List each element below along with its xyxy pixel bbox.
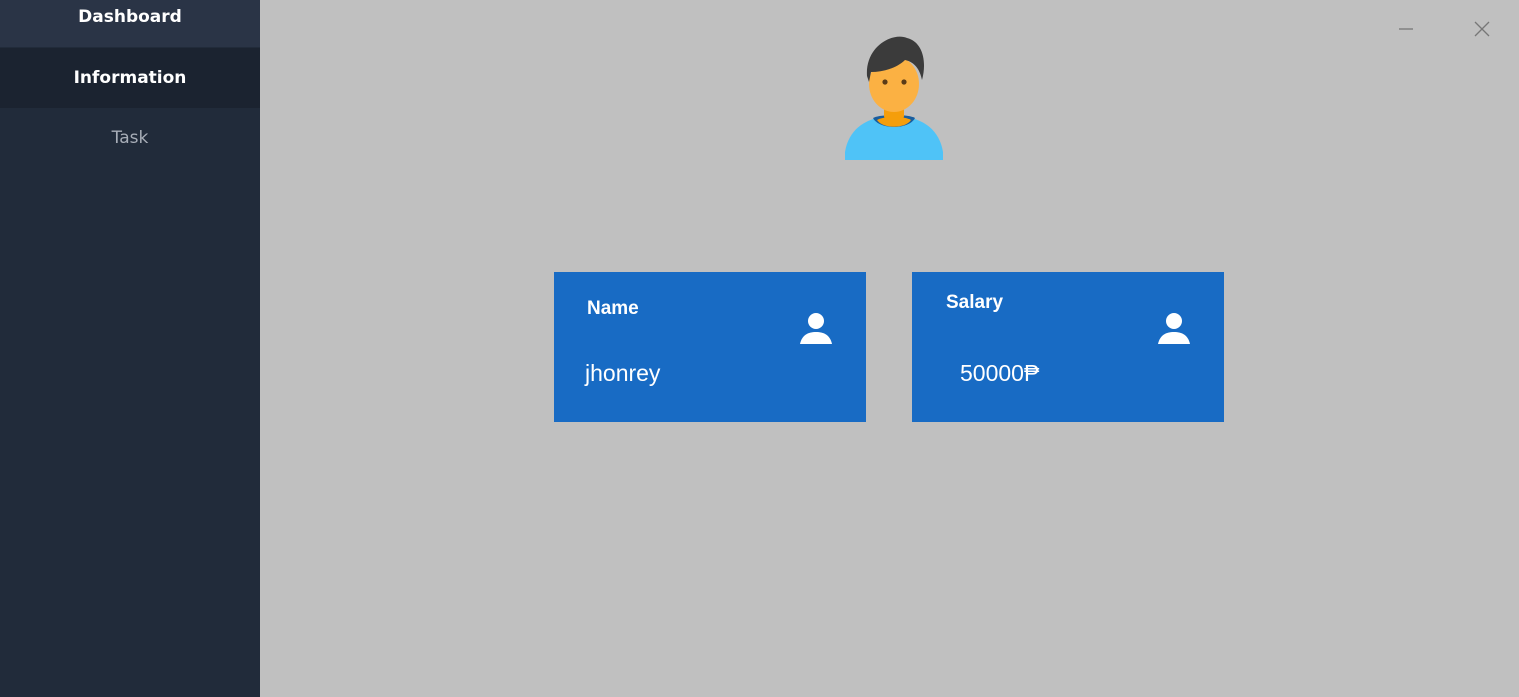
salary-card: Salary 50000₱ — [912, 272, 1224, 422]
minimize-icon — [1399, 28, 1413, 30]
name-card: Name jhonrey — [554, 272, 866, 422]
sidebar-item-label: Task — [111, 128, 149, 148]
sidebar-item-information[interactable]: Information — [0, 48, 260, 108]
user-icon — [800, 313, 832, 344]
close-icon — [1474, 21, 1490, 37]
user-icon — [1158, 313, 1190, 344]
profile-avatar-icon — [845, 36, 943, 160]
sidebar-item-label: Information — [73, 68, 187, 88]
sidebar-item-task[interactable]: Task — [0, 108, 260, 168]
sidebar-item-dashboard[interactable]: Dashboard — [0, 0, 260, 47]
salary-card-title: Salary — [946, 292, 1004, 313]
name-card-value: jhonrey — [585, 360, 661, 386]
salary-card-value: 50000₱ — [960, 360, 1040, 386]
sidebar-item-label: Dashboard — [78, 7, 182, 27]
close-button[interactable] — [1467, 14, 1497, 44]
minimize-button[interactable] — [1391, 14, 1421, 44]
name-card-title: Name — [587, 298, 639, 319]
sidebar: Dashboard Information Task — [0, 0, 260, 697]
